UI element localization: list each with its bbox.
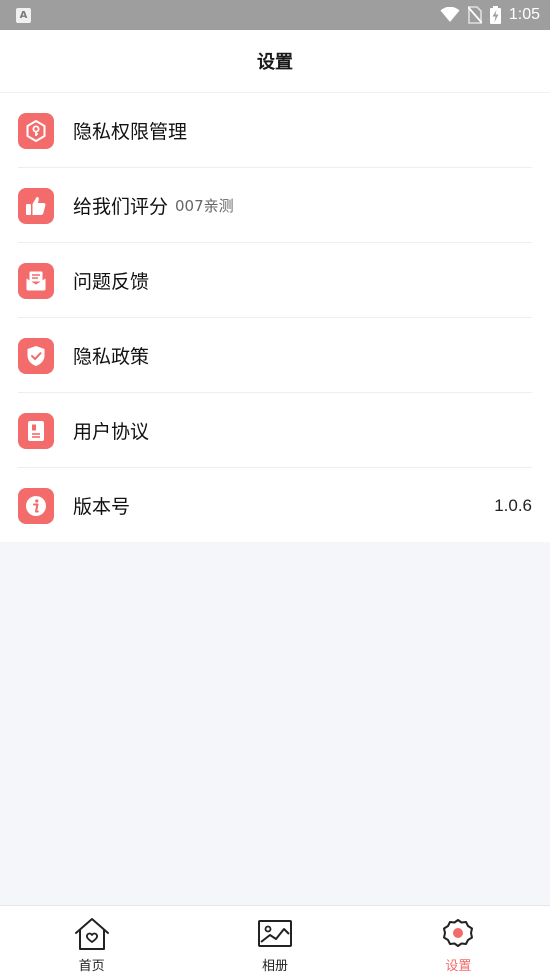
document-icon	[18, 412, 54, 449]
version-value: 1.0.6	[494, 495, 532, 515]
bottom-nav: 首页 相册 设置	[0, 905, 550, 979]
settings-item-version[interactable]: 版本号 1.0.6	[0, 468, 550, 543]
settings-item-privacy-policy[interactable]: 隐私政策	[0, 318, 550, 393]
settings-item-privacy-permissions[interactable]: 隐私权限管理	[0, 93, 550, 168]
settings-item-feedback[interactable]: 问题反馈	[0, 243, 550, 318]
settings-list: 隐私权限管理 给我们评分 007亲测 问题反馈 隐私政策 用户协议 版本号 1.…	[0, 93, 550, 542]
settings-item-label: 用户协议	[73, 421, 150, 443]
settings-item-rate-us[interactable]: 给我们评分 007亲测	[0, 168, 550, 243]
nav-label: 首页	[78, 959, 105, 974]
settings-item-user-agreement[interactable]: 用户协议	[0, 393, 550, 468]
shield-check-icon	[18, 337, 54, 374]
info-icon	[18, 487, 54, 524]
battery-charging-icon	[489, 6, 501, 24]
thumbs-up-icon	[18, 187, 54, 224]
home-heart-icon	[74, 918, 109, 950]
header: 设置	[0, 30, 550, 93]
settings-item-label: 隐私政策	[73, 346, 150, 368]
nav-tab-album[interactable]: 相册	[183, 906, 366, 979]
nav-label: 相册	[261, 959, 288, 974]
picture-icon	[257, 920, 292, 947]
settings-item-label: 问题反馈	[73, 271, 150, 293]
settings-item-label: 版本号	[73, 496, 131, 518]
settings-item-sublabel: 007亲测	[175, 197, 234, 215]
page-title: 设置	[257, 52, 293, 73]
settings-screen: A 1:05 设置 隐私权限管理 给我们评分 007亲测 问题反馈 隐私政策 用…	[0, 0, 550, 979]
nav-tab-home[interactable]: 首页	[0, 906, 183, 979]
nav-tab-settings[interactable]: 设置	[367, 906, 550, 979]
settings-item-label: 给我们评分	[73, 196, 169, 218]
status-bar: A 1:05	[0, 0, 550, 30]
settings-gear-icon	[443, 919, 474, 947]
status-indicators: 1:05	[440, 6, 540, 24]
feedback-mail-icon	[18, 262, 54, 299]
clock: 1:05	[508, 6, 540, 23]
settings-item-label: 隐私权限管理	[73, 121, 188, 143]
app-notification-icon: A	[16, 7, 31, 23]
no-sim-icon	[467, 6, 482, 24]
nav-label: 设置	[445, 959, 472, 974]
privacy-permission-icon	[18, 112, 54, 149]
wifi-icon	[440, 7, 460, 22]
